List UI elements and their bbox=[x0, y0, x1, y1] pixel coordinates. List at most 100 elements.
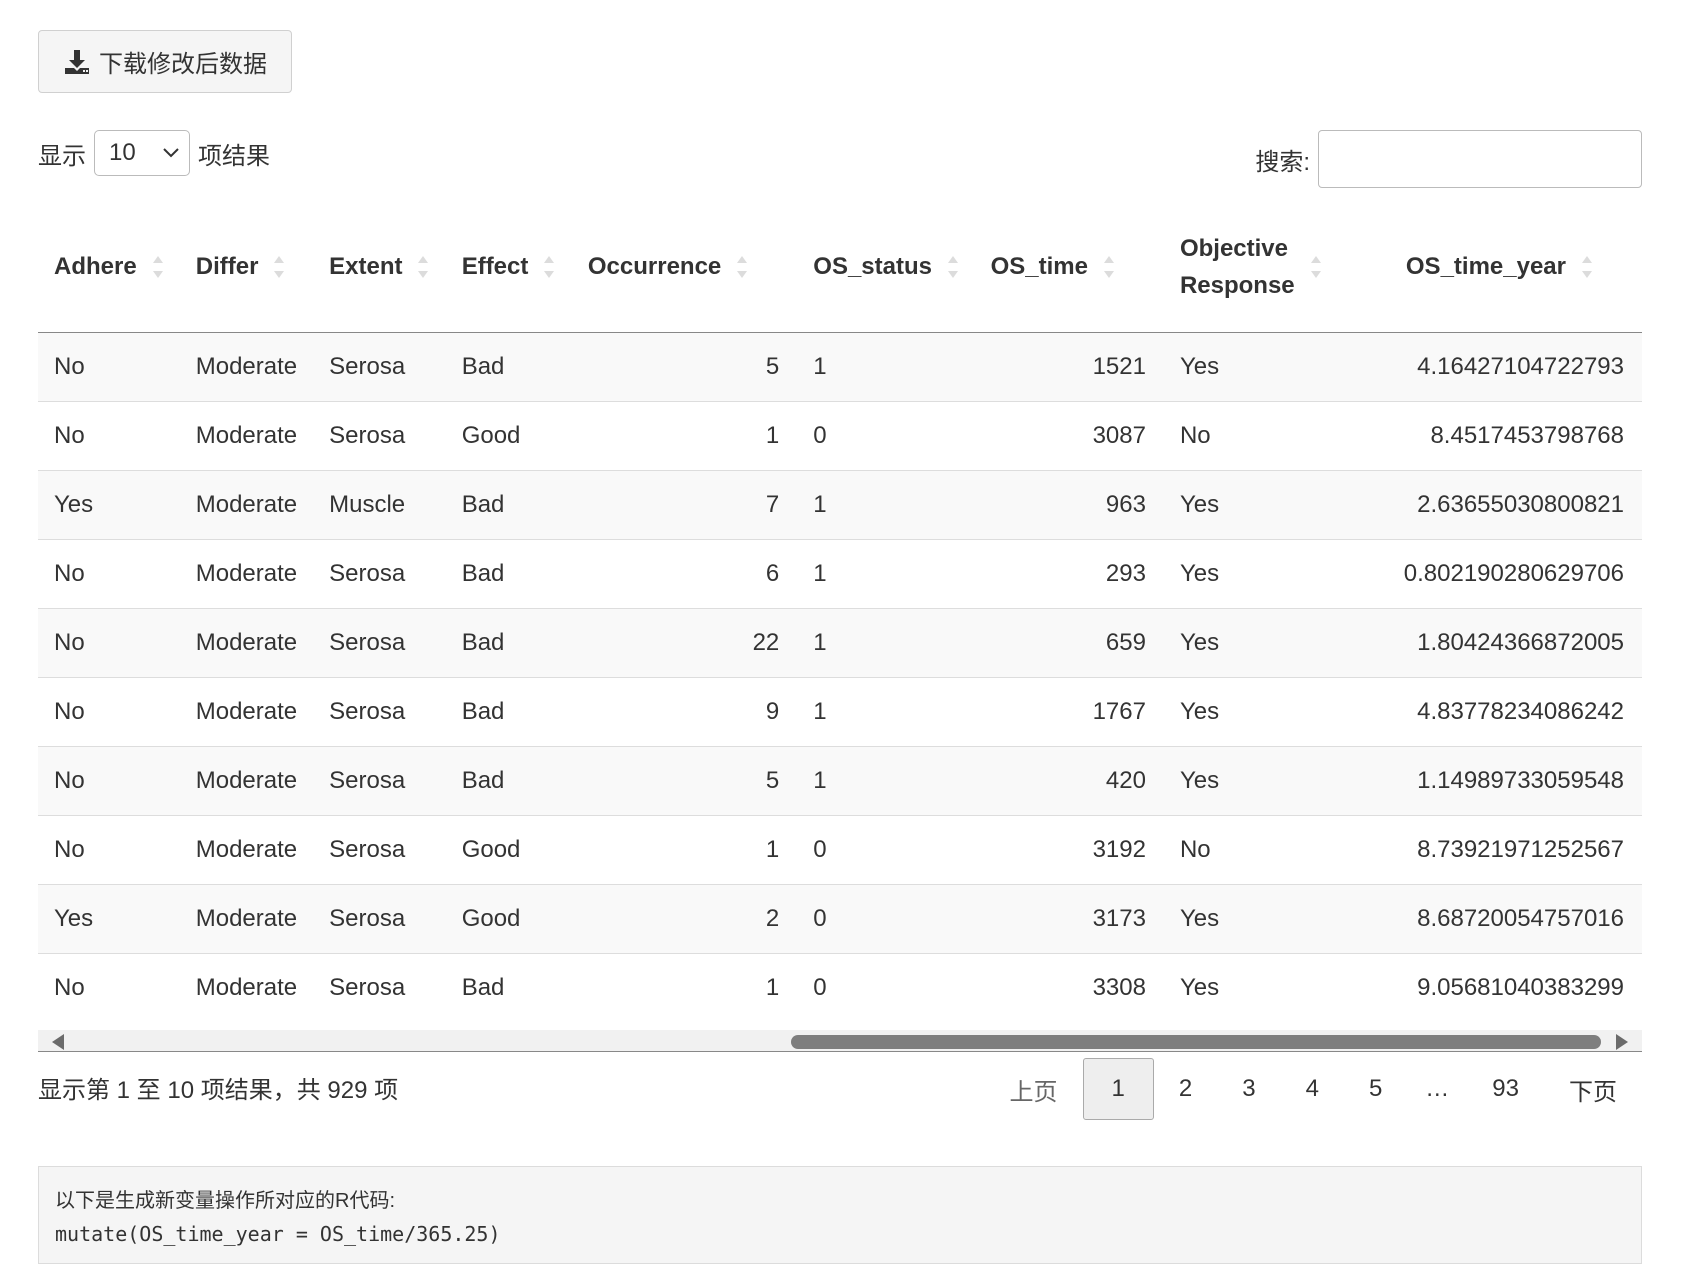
page-length-select[interactable]: 10 bbox=[94, 130, 190, 176]
table-cell: Bad bbox=[445, 538, 572, 608]
r-code-panel: 以下是生成新变量操作所对应的R代码: mutate(OS_time_year =… bbox=[38, 1166, 1642, 1264]
column-header[interactable]: Adhere bbox=[38, 202, 180, 333]
table-cell: Serosa bbox=[313, 332, 446, 401]
sort-icon bbox=[418, 255, 429, 279]
table-cell: Yes bbox=[1163, 332, 1337, 401]
table-cell: 8.73921971252567 bbox=[1336, 814, 1642, 884]
data-table: Adhere Differ Extent Effect Occurrence OS_sta… bbox=[38, 202, 1642, 1022]
table-cell: 5 bbox=[571, 332, 798, 401]
column-header-label: Occurrence bbox=[587, 253, 722, 281]
search-input[interactable] bbox=[1318, 130, 1642, 188]
page-button[interactable]: 5 bbox=[1344, 1058, 1407, 1120]
sort-icon bbox=[1103, 255, 1114, 279]
table-cell: 0 bbox=[797, 400, 975, 470]
table-row[interactable]: No Moderate Serosa Bad 22 1 659 Yes 1.8042436687… bbox=[38, 607, 1642, 677]
table-cell: 2.63655030800821 bbox=[1336, 469, 1642, 539]
table-cell: Bad bbox=[445, 952, 572, 1022]
sort-icon bbox=[274, 255, 285, 279]
next-page-button[interactable]: 下页 bbox=[1544, 1058, 1642, 1120]
table-cell: Yes bbox=[1163, 883, 1337, 953]
table-row[interactable]: No Moderate Serosa Bad 1 0 3308 Yes 9.0568104038… bbox=[38, 952, 1642, 1022]
table-cell: 1.80424366872005 bbox=[1336, 607, 1642, 677]
scrollbar-thumb[interactable] bbox=[791, 1035, 1601, 1049]
table-cell: No bbox=[38, 538, 180, 608]
table-row[interactable]: Yes Moderate Muscle Bad 7 1 963 Yes 2.6365503080… bbox=[38, 469, 1642, 539]
table-info: 显示第 1 至 10 项结果，共 929 项 bbox=[38, 1077, 399, 1104]
table-cell: No bbox=[1163, 400, 1337, 470]
download-modified-data-button[interactable]: 下载修改后数据 bbox=[38, 30, 292, 93]
table-cell: Serosa bbox=[313, 745, 446, 815]
table-cell: 3087 bbox=[974, 400, 1164, 470]
chevron-down-icon bbox=[163, 148, 179, 158]
column-header[interactable]: OS_time_year bbox=[1336, 202, 1642, 333]
column-header[interactable]: Occurrence bbox=[571, 202, 798, 333]
column-header[interactable]: Extent bbox=[313, 202, 446, 333]
table-cell: No bbox=[38, 952, 180, 1022]
scroll-right-arrow-icon[interactable] bbox=[1616, 1034, 1628, 1050]
table-cell: Moderate bbox=[179, 469, 314, 539]
column-header[interactable]: OS_status bbox=[797, 202, 975, 333]
table-cell: Moderate bbox=[179, 607, 314, 677]
table-cell: Good bbox=[445, 400, 572, 470]
table-cell: Moderate bbox=[179, 952, 314, 1022]
sort-icon bbox=[1582, 255, 1592, 279]
column-header-label: OS_time bbox=[990, 253, 1088, 281]
page-button[interactable]: 2 bbox=[1154, 1058, 1217, 1120]
table-cell: Bad bbox=[445, 469, 572, 539]
sort-icon bbox=[737, 255, 748, 279]
table-cell: 2 bbox=[571, 883, 798, 953]
table-row[interactable]: No Moderate Serosa Good 1 0 3192 No 8.7392197125… bbox=[38, 814, 1642, 884]
table-cell: 8.68720054757016 bbox=[1336, 883, 1642, 953]
table-cell: 1.14989733059548 bbox=[1336, 745, 1642, 815]
scroll-left-arrow-icon[interactable] bbox=[52, 1034, 64, 1050]
table-cell: Moderate bbox=[179, 538, 314, 608]
table-cell: Serosa bbox=[313, 400, 446, 470]
page-button[interactable]: 93 bbox=[1467, 1058, 1544, 1120]
column-header[interactable]: OS_time bbox=[974, 202, 1164, 333]
table-row[interactable]: Yes Moderate Serosa Good 2 0 3173 Yes 8.68720054… bbox=[38, 883, 1642, 953]
sort-icon bbox=[948, 255, 958, 279]
table-row[interactable]: No Moderate Serosa Bad 6 1 293 Yes 0.80219028062… bbox=[38, 538, 1642, 608]
table-cell: Serosa bbox=[313, 676, 446, 746]
table-cell: 1767 bbox=[974, 676, 1164, 746]
horizontal-scrollbar[interactable] bbox=[38, 1030, 1642, 1052]
table-cell: Yes bbox=[1163, 745, 1337, 815]
table-cell: 1 bbox=[571, 952, 798, 1022]
table-cell: 0 bbox=[797, 883, 975, 953]
prev-page-button[interactable]: 上页 bbox=[985, 1058, 1083, 1120]
table-cell: 0 bbox=[797, 814, 975, 884]
page-button[interactable]: 4 bbox=[1281, 1058, 1344, 1120]
sort-icon bbox=[544, 255, 555, 279]
table-cell: 1 bbox=[797, 538, 975, 608]
code-text: mutate(OS_time_year = OS_time/365.25) bbox=[55, 1222, 501, 1246]
table-cell: 0.802190280629706 bbox=[1336, 538, 1642, 608]
table-row[interactable]: No Moderate Serosa Good 1 0 3087 No 8.4517453798… bbox=[38, 400, 1642, 470]
table-cell: Serosa bbox=[313, 814, 446, 884]
table-cell: Moderate bbox=[179, 332, 314, 401]
table-cell: Moderate bbox=[179, 676, 314, 746]
table-cell: Moderate bbox=[179, 400, 314, 470]
table-row[interactable]: No Moderate Serosa Bad 5 1 1521 Yes 4.1642710472… bbox=[38, 332, 1642, 401]
table-row[interactable]: No Moderate Serosa Bad 9 1 1767 Yes 4.8377823408… bbox=[38, 676, 1642, 746]
table-cell: 1 bbox=[797, 607, 975, 677]
table-cell: Good bbox=[445, 814, 572, 884]
table-cell: Serosa bbox=[313, 607, 446, 677]
table-cell: Good bbox=[445, 883, 572, 953]
page-button[interactable]: 1 bbox=[1082, 1058, 1154, 1120]
table-row[interactable]: No Moderate Serosa Bad 5 1 420 Yes 1.14989733059… bbox=[38, 745, 1642, 815]
column-header[interactable]: Effect bbox=[445, 202, 572, 333]
table-cell: 22 bbox=[571, 607, 798, 677]
table-cell: No bbox=[38, 814, 180, 884]
page-length-value: 10 bbox=[109, 139, 136, 166]
column-header[interactable]: Objective Response bbox=[1163, 202, 1337, 333]
column-header-label: Differ bbox=[195, 253, 259, 281]
table-cell: 5 bbox=[571, 745, 798, 815]
sort-icon bbox=[1310, 255, 1321, 279]
table-cell: 1 bbox=[797, 676, 975, 746]
column-header[interactable]: Differ bbox=[179, 202, 314, 333]
table-cell: 293 bbox=[974, 538, 1164, 608]
page-button[interactable]: 3 bbox=[1217, 1058, 1280, 1120]
table-cell: No bbox=[38, 676, 180, 746]
table-cell: 4.16427104722793 bbox=[1336, 332, 1642, 401]
table-cell: Yes bbox=[1163, 607, 1337, 677]
